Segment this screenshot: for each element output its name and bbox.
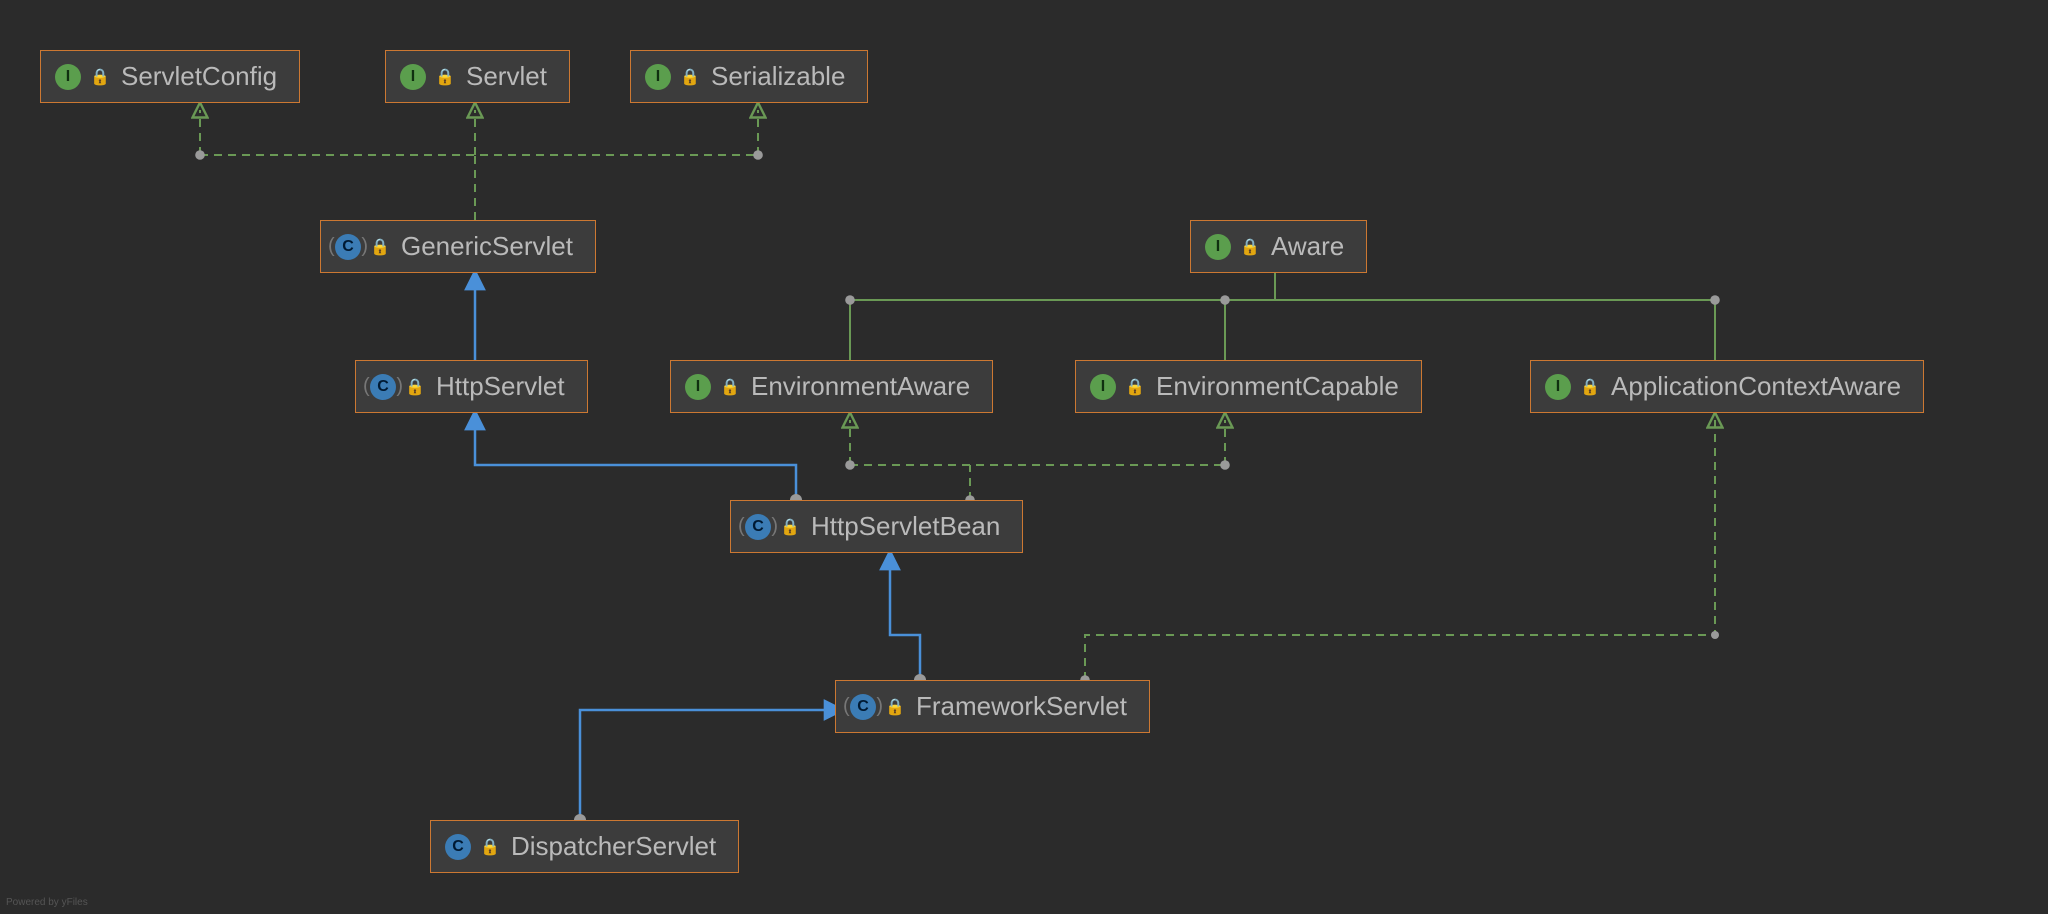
node-label: Aware — [1271, 231, 1344, 262]
lock-icon: 🔒 — [1128, 378, 1142, 396]
node-httpservlet[interactable]: C 🔒 HttpServlet — [355, 360, 588, 413]
node-serializable[interactable]: I 🔒 Serializable — [630, 50, 868, 103]
lock-icon: 🔒 — [93, 68, 107, 86]
abstract-class-icon: C — [370, 374, 396, 400]
node-label: Servlet — [466, 61, 547, 92]
lock-icon: 🔒 — [723, 378, 737, 396]
node-httpservletbean[interactable]: C 🔒 HttpServletBean — [730, 500, 1023, 553]
lock-icon: 🔒 — [1583, 378, 1597, 396]
lock-icon: 🔒 — [683, 68, 697, 86]
node-environmentaware[interactable]: I 🔒 EnvironmentAware — [670, 360, 993, 413]
lock-icon: 🔒 — [408, 378, 422, 396]
interface-icon: I — [55, 64, 81, 90]
lock-icon: 🔒 — [783, 518, 797, 536]
lock-icon: 🔒 — [438, 68, 452, 86]
node-dispatcherservlet[interactable]: C 🔒 DispatcherServlet — [430, 820, 739, 873]
interface-icon: I — [685, 374, 711, 400]
lock-icon: 🔒 — [1243, 238, 1257, 256]
abstract-class-icon: C — [335, 234, 361, 260]
node-label: HttpServlet — [436, 371, 565, 402]
interface-icon: I — [645, 64, 671, 90]
node-frameworkservlet[interactable]: C 🔒 FrameworkServlet — [835, 680, 1150, 733]
lock-icon: 🔒 — [888, 698, 902, 716]
node-genericservlet[interactable]: C 🔒 GenericServlet — [320, 220, 596, 273]
node-label: HttpServletBean — [811, 511, 1000, 542]
class-icon: C — [445, 834, 471, 860]
interface-icon: I — [1090, 374, 1116, 400]
node-servlet[interactable]: I 🔒 Servlet — [385, 50, 570, 103]
node-label: EnvironmentAware — [751, 371, 970, 402]
node-label: ServletConfig — [121, 61, 277, 92]
node-label: GenericServlet — [401, 231, 573, 262]
lock-icon: 🔒 — [373, 238, 387, 256]
abstract-class-icon: C — [745, 514, 771, 540]
interface-icon: I — [1545, 374, 1571, 400]
powered-by-label: Powered by yFiles — [6, 897, 88, 908]
node-servletconfig[interactable]: I 🔒 ServletConfig — [40, 50, 300, 103]
lock-icon: 🔒 — [483, 838, 497, 856]
node-label: EnvironmentCapable — [1156, 371, 1399, 402]
node-label: ApplicationContextAware — [1611, 371, 1901, 402]
node-label: FrameworkServlet — [916, 691, 1127, 722]
abstract-class-icon: C — [850, 694, 876, 720]
interface-icon: I — [400, 64, 426, 90]
node-label: DispatcherServlet — [511, 831, 716, 862]
node-applicationcontextaware[interactable]: I 🔒 ApplicationContextAware — [1530, 360, 1924, 413]
interface-icon: I — [1205, 234, 1231, 260]
node-label: Serializable — [711, 61, 845, 92]
node-environmentcapable[interactable]: I 🔒 EnvironmentCapable — [1075, 360, 1422, 413]
node-aware[interactable]: I 🔒 Aware — [1190, 220, 1367, 273]
edge-layer — [0, 0, 2048, 914]
